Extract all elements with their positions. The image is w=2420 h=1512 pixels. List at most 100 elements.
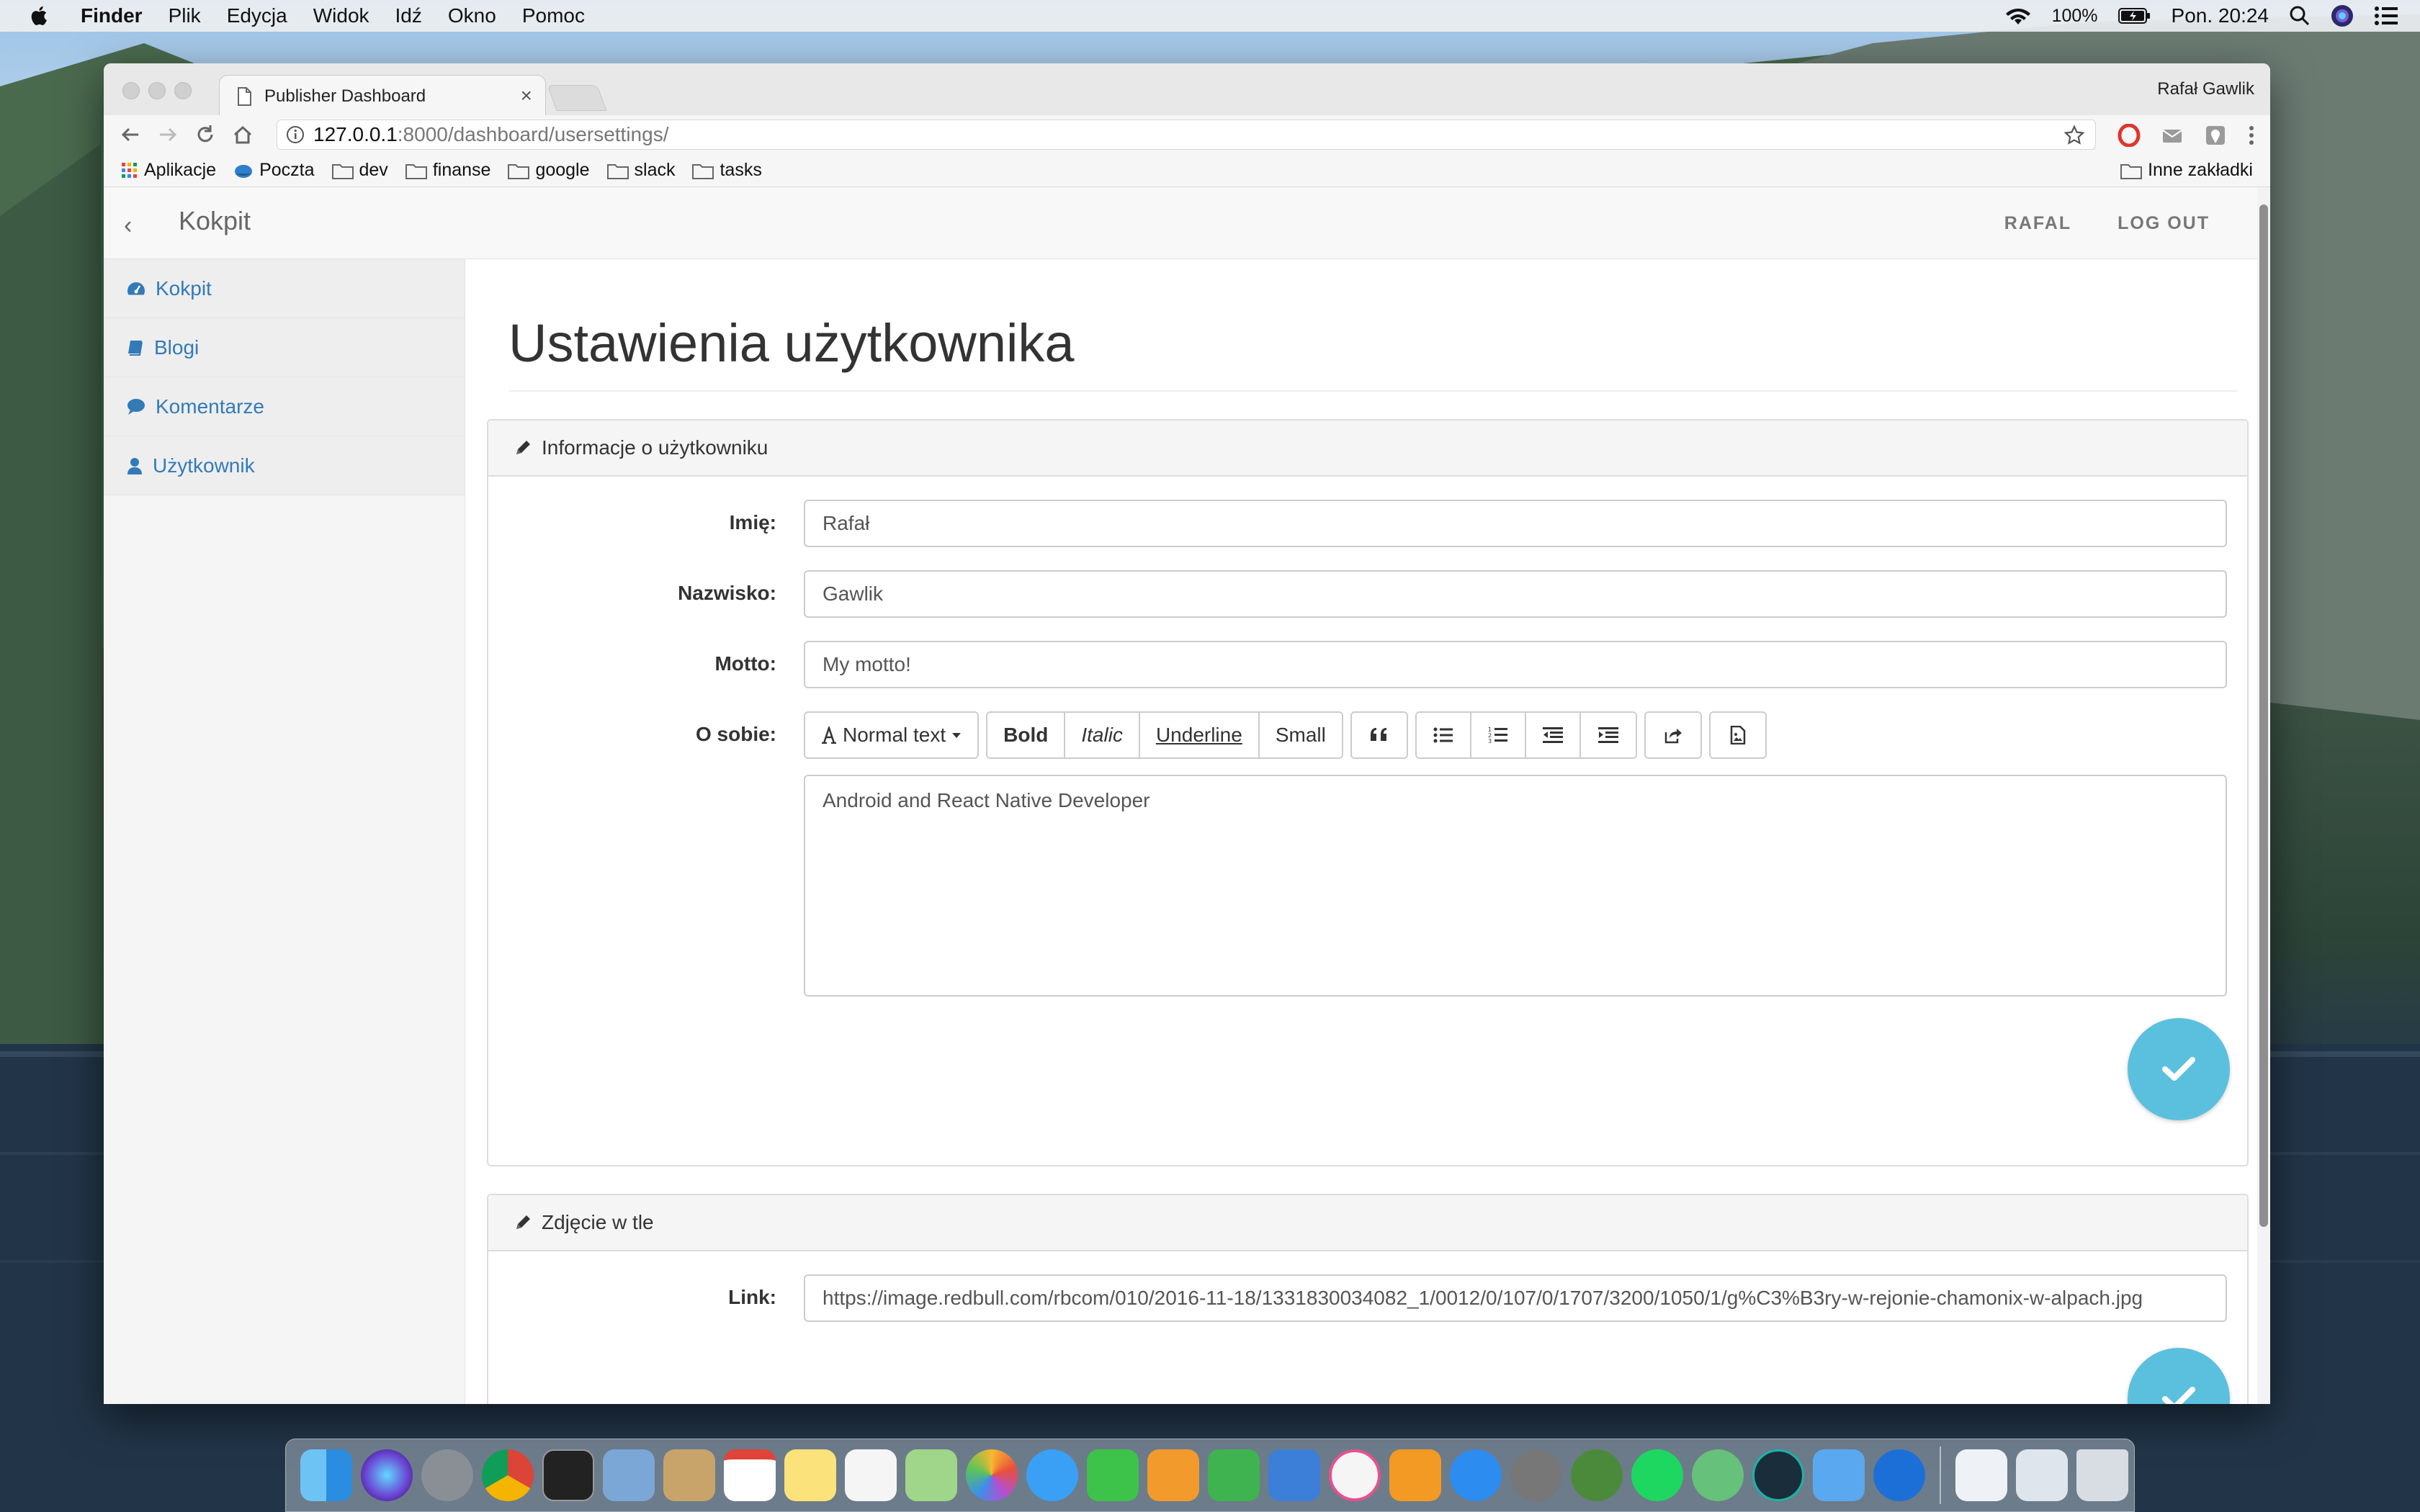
sidebar-item-komentarze[interactable]: Komentarze — [104, 377, 465, 436]
bookmark-folder-dev[interactable]: dev — [331, 160, 388, 181]
tab-close-icon[interactable]: × — [521, 84, 532, 107]
sidebar-item-kokpit[interactable]: Kokpit — [104, 259, 465, 318]
dock-siri-icon[interactable] — [357, 1445, 417, 1506]
dock-system-preferences-icon[interactable] — [1506, 1445, 1567, 1506]
dock-ibooks-icon[interactable] — [1385, 1445, 1446, 1506]
window-close-button[interactable] — [122, 82, 140, 99]
dock-preview-icon[interactable] — [599, 1445, 659, 1506]
location-extension-icon[interactable] — [2204, 124, 2227, 147]
address-bar[interactable]: 127.0.0.1:8000/dashboard/usersettings/ — [277, 120, 2096, 150]
link-input[interactable]: https://image.redbull.com/rbcom/010/2016… — [804, 1274, 2227, 1322]
dock-sourcetree-icon[interactable] — [1869, 1445, 1930, 1506]
dock-finder-icon[interactable] — [296, 1445, 357, 1506]
dock-chrome-icon[interactable] — [478, 1445, 538, 1506]
window-minimize-button[interactable] — [148, 82, 166, 99]
dock-notes-icon[interactable] — [780, 1445, 841, 1506]
dock-android-studio-icon[interactable] — [1567, 1445, 1627, 1506]
battery-icon[interactable] — [2118, 7, 2151, 24]
notification-center-icon[interactable] — [2374, 6, 2398, 26]
logout-link[interactable]: LOG OUT — [2118, 213, 2210, 234]
menu-file[interactable]: Plik — [169, 4, 201, 27]
link-label: Link: — [728, 1286, 776, 1308]
dock-facetime-icon[interactable] — [1083, 1445, 1143, 1506]
dock-terminal-icon[interactable] — [538, 1445, 599, 1506]
dock-keynote-icon[interactable] — [1264, 1445, 1325, 1506]
menu-go[interactable]: Idź — [395, 4, 422, 27]
bookmark-apps[interactable]: Aplikacje — [121, 160, 216, 181]
dock-trash-icon[interactable] — [2072, 1445, 2133, 1506]
dock-contacts-icon[interactable] — [659, 1445, 720, 1506]
window-zoom-button[interactable] — [174, 82, 192, 99]
dock-launchpad-icon[interactable] — [417, 1445, 478, 1506]
bookmark-star-icon[interactable] — [2063, 125, 2085, 146]
spotlight-search-icon[interactable] — [2289, 5, 2311, 27]
last-name-input[interactable]: Gawlik — [804, 570, 2227, 618]
profile-name[interactable]: Rafał Gawlik — [2157, 79, 2254, 99]
unordered-list-button[interactable] — [1416, 713, 1471, 757]
back-chevron-icon[interactable]: ‹ — [124, 212, 132, 240]
user-link[interactable]: RAFAL — [2004, 213, 2071, 234]
home-icon[interactable] — [232, 124, 254, 145]
dock-gitkraken-icon[interactable] — [1748, 1445, 1809, 1506]
insert-image-button[interactable] — [1710, 713, 1765, 757]
apple-icon[interactable] — [27, 4, 52, 28]
menu-help[interactable]: Pomoc — [522, 4, 585, 27]
outdent-button[interactable] — [1525, 713, 1581, 757]
navbar-brand[interactable]: Kokpit — [179, 206, 251, 236]
dock-spotify-icon[interactable] — [1627, 1445, 1688, 1506]
info-icon[interactable] — [286, 125, 305, 144]
text-format-dropdown[interactable]: Normal text — [805, 713, 978, 757]
dock-numbers-icon[interactable] — [1204, 1445, 1264, 1506]
sidebar-item-label: Kokpit — [156, 276, 212, 300]
new-tab-button[interactable] — [547, 85, 607, 111]
italic-button[interactable]: Italic — [1065, 713, 1140, 757]
dock-messages-icon[interactable] — [1022, 1445, 1083, 1506]
about-editor[interactable]: Android and React Native Developer — [804, 775, 2227, 996]
motto-input[interactable]: My motto! — [804, 641, 2227, 688]
underline-button[interactable]: Underline — [1139, 713, 1260, 757]
page-scrollbar-thumb[interactable] — [2259, 204, 2268, 1227]
bookmark-folder-tasks[interactable]: tasks — [692, 160, 762, 181]
first-name-input[interactable]: Rafał — [804, 500, 2227, 547]
blockquote-button[interactable] — [1351, 713, 1407, 757]
insert-link-button[interactable] — [1645, 713, 1700, 757]
siri-icon[interactable] — [2331, 4, 2354, 27]
other-bookmarks[interactable]: Inne zakładki — [2120, 160, 2253, 181]
dock-maps-icon[interactable] — [901, 1445, 962, 1506]
dock-downloads-stack-icon[interactable] — [2012, 1445, 2072, 1506]
save-background-button[interactable] — [2128, 1348, 2230, 1404]
bold-button[interactable]: Bold — [987, 713, 1066, 757]
dock-app-store-icon[interactable] — [1446, 1445, 1506, 1506]
dock-document-stack-icon[interactable] — [1951, 1445, 2012, 1506]
bookmark-folder-google[interactable]: google — [508, 160, 590, 181]
indent-button[interactable] — [1580, 713, 1636, 757]
menu-window[interactable]: Okno — [448, 4, 496, 27]
menu-view[interactable]: Widok — [313, 4, 369, 27]
dock-calendar-icon[interactable] — [720, 1445, 780, 1506]
sidebar-item-blogi[interactable]: Blogi — [104, 318, 465, 377]
bookmark-folder-slack[interactable]: slack — [606, 160, 675, 181]
opera-extension-icon[interactable] — [2118, 124, 2141, 147]
dock-xcode-icon[interactable] — [1809, 1445, 1869, 1506]
reload-icon[interactable] — [194, 124, 216, 145]
bookmark-mail[interactable]: Poczta — [233, 160, 315, 181]
dock-photos-icon[interactable] — [962, 1445, 1022, 1506]
menu-edit[interactable]: Edycja — [227, 4, 287, 27]
mail-extension-icon[interactable] — [2161, 124, 2184, 147]
small-button[interactable]: Small — [1259, 713, 1342, 757]
browser-tab[interactable]: Publisher Dashboard × — [219, 75, 546, 117]
dock-reminders-icon[interactable] — [841, 1445, 901, 1506]
ordered-list-button[interactable]: 123 — [1471, 713, 1526, 757]
clock[interactable]: Pon. 20:24 — [2172, 4, 2269, 27]
dock-atom-icon[interactable] — [1688, 1445, 1748, 1506]
back-arrow-icon[interactable] — [120, 124, 141, 145]
menu-app-name[interactable]: Finder — [81, 4, 143, 27]
dock-itunes-icon[interactable] — [1325, 1445, 1385, 1506]
forward-arrow-icon[interactable] — [157, 124, 179, 145]
bookmark-folder-finanse[interactable]: finanse — [405, 160, 490, 181]
save-user-info-button[interactable] — [2128, 1018, 2230, 1120]
wifi-icon[interactable] — [2004, 6, 2032, 26]
dock-pages-icon[interactable] — [1143, 1445, 1204, 1506]
more-menu-icon[interactable] — [2247, 124, 2256, 147]
sidebar-item-uzytkownik[interactable]: Użytkownik — [104, 436, 465, 495]
